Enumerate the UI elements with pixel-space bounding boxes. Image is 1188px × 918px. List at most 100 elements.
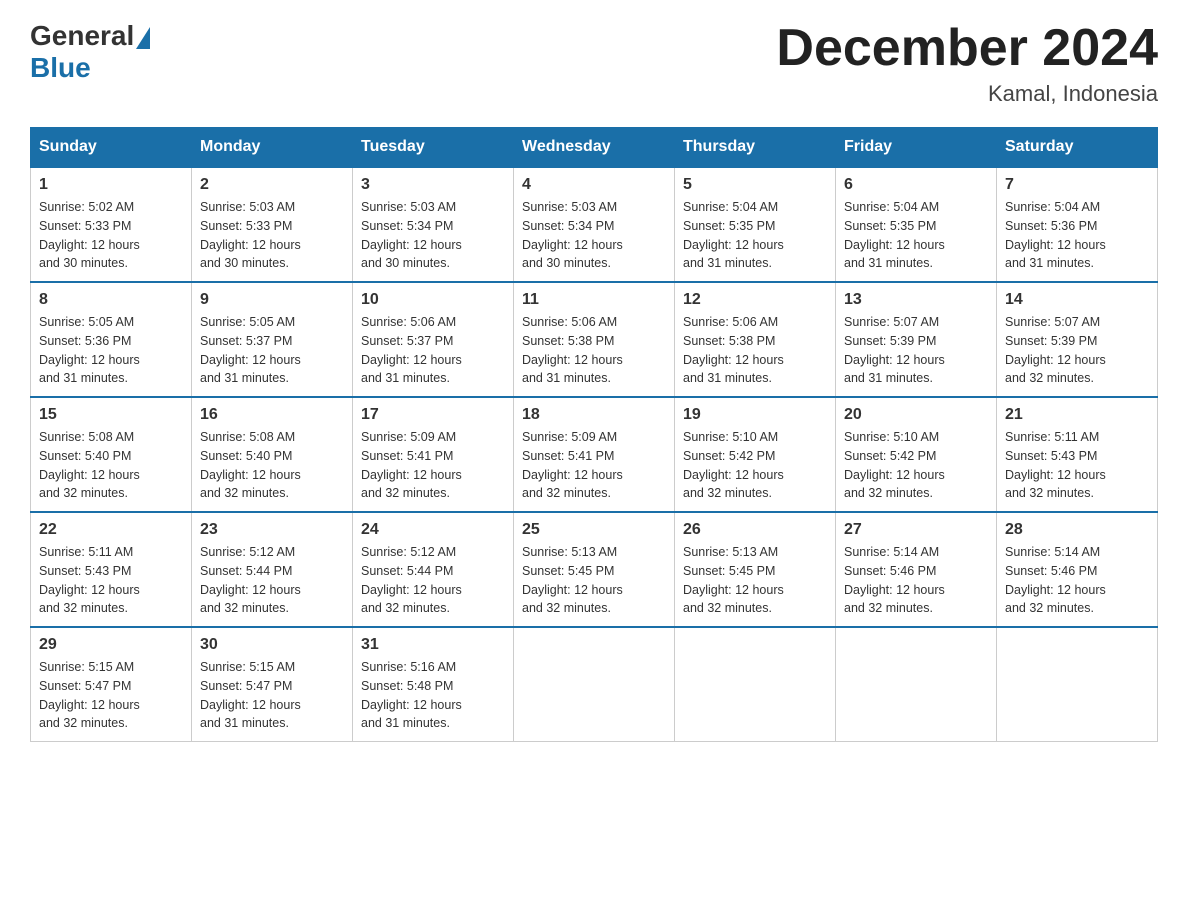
calendar-cell: 18 Sunrise: 5:09 AMSunset: 5:41 PMDaylig…: [514, 397, 675, 512]
day-number: 24: [361, 521, 505, 539]
calendar-cell: 25 Sunrise: 5:13 AMSunset: 5:45 PMDaylig…: [514, 512, 675, 627]
calendar-cell: 8 Sunrise: 5:05 AMSunset: 5:36 PMDayligh…: [31, 282, 192, 397]
header-thursday: Thursday: [675, 128, 836, 168]
calendar-cell: [997, 627, 1158, 742]
day-number: 30: [200, 636, 344, 654]
day-info: Sunrise: 5:12 AMSunset: 5:44 PMDaylight:…: [200, 543, 344, 618]
calendar-cell: 17 Sunrise: 5:09 AMSunset: 5:41 PMDaylig…: [353, 397, 514, 512]
day-info: Sunrise: 5:07 AMSunset: 5:39 PMDaylight:…: [844, 313, 988, 388]
day-number: 15: [39, 406, 183, 424]
day-number: 5: [683, 176, 827, 194]
day-number: 12: [683, 291, 827, 309]
day-number: 1: [39, 176, 183, 194]
calendar-row: 15 Sunrise: 5:08 AMSunset: 5:40 PMDaylig…: [31, 397, 1158, 512]
day-info: Sunrise: 5:15 AMSunset: 5:47 PMDaylight:…: [200, 658, 344, 733]
day-number: 7: [1005, 176, 1149, 194]
calendar-cell: 30 Sunrise: 5:15 AMSunset: 5:47 PMDaylig…: [192, 627, 353, 742]
day-number: 9: [200, 291, 344, 309]
day-info: Sunrise: 5:03 AMSunset: 5:34 PMDaylight:…: [522, 198, 666, 273]
calendar-cell: 3 Sunrise: 5:03 AMSunset: 5:34 PMDayligh…: [353, 167, 514, 282]
logo: General Blue: [30, 20, 150, 84]
day-number: 18: [522, 406, 666, 424]
calendar-cell: 29 Sunrise: 5:15 AMSunset: 5:47 PMDaylig…: [31, 627, 192, 742]
day-number: 16: [200, 406, 344, 424]
day-number: 3: [361, 176, 505, 194]
calendar-cell: 20 Sunrise: 5:10 AMSunset: 5:42 PMDaylig…: [836, 397, 997, 512]
calendar-cell: 12 Sunrise: 5:06 AMSunset: 5:38 PMDaylig…: [675, 282, 836, 397]
day-number: 6: [844, 176, 988, 194]
logo-triangle-icon: [136, 27, 150, 49]
day-number: 4: [522, 176, 666, 194]
header-friday: Friday: [836, 128, 997, 168]
day-number: 17: [361, 406, 505, 424]
calendar-body: 1 Sunrise: 5:02 AMSunset: 5:33 PMDayligh…: [31, 167, 1158, 742]
calendar-cell: 9 Sunrise: 5:05 AMSunset: 5:37 PMDayligh…: [192, 282, 353, 397]
day-number: 11: [522, 291, 666, 309]
calendar-cell: 6 Sunrise: 5:04 AMSunset: 5:35 PMDayligh…: [836, 167, 997, 282]
day-info: Sunrise: 5:13 AMSunset: 5:45 PMDaylight:…: [522, 543, 666, 618]
calendar-cell: 27 Sunrise: 5:14 AMSunset: 5:46 PMDaylig…: [836, 512, 997, 627]
day-number: 8: [39, 291, 183, 309]
calendar-cell: 1 Sunrise: 5:02 AMSunset: 5:33 PMDayligh…: [31, 167, 192, 282]
calendar-title: December 2024: [776, 20, 1158, 77]
day-info: Sunrise: 5:13 AMSunset: 5:45 PMDaylight:…: [683, 543, 827, 618]
day-info: Sunrise: 5:03 AMSunset: 5:34 PMDaylight:…: [361, 198, 505, 273]
calendar-cell: 5 Sunrise: 5:04 AMSunset: 5:35 PMDayligh…: [675, 167, 836, 282]
day-number: 10: [361, 291, 505, 309]
day-info: Sunrise: 5:10 AMSunset: 5:42 PMDaylight:…: [844, 428, 988, 503]
calendar-cell: 21 Sunrise: 5:11 AMSunset: 5:43 PMDaylig…: [997, 397, 1158, 512]
calendar-cell: 19 Sunrise: 5:10 AMSunset: 5:42 PMDaylig…: [675, 397, 836, 512]
day-number: 25: [522, 521, 666, 539]
day-info: Sunrise: 5:08 AMSunset: 5:40 PMDaylight:…: [200, 428, 344, 503]
day-info: Sunrise: 5:06 AMSunset: 5:38 PMDaylight:…: [683, 313, 827, 388]
day-number: 20: [844, 406, 988, 424]
day-number: 22: [39, 521, 183, 539]
calendar-cell: 15 Sunrise: 5:08 AMSunset: 5:40 PMDaylig…: [31, 397, 192, 512]
day-info: Sunrise: 5:16 AMSunset: 5:48 PMDaylight:…: [361, 658, 505, 733]
calendar-subtitle: Kamal, Indonesia: [776, 81, 1158, 107]
header-saturday: Saturday: [997, 128, 1158, 168]
day-info: Sunrise: 5:12 AMSunset: 5:44 PMDaylight:…: [361, 543, 505, 618]
day-info: Sunrise: 5:05 AMSunset: 5:37 PMDaylight:…: [200, 313, 344, 388]
logo-blue-text: Blue: [30, 52, 91, 84]
calendar-row: 1 Sunrise: 5:02 AMSunset: 5:33 PMDayligh…: [31, 167, 1158, 282]
calendar-row: 22 Sunrise: 5:11 AMSunset: 5:43 PMDaylig…: [31, 512, 1158, 627]
day-number: 26: [683, 521, 827, 539]
day-info: Sunrise: 5:09 AMSunset: 5:41 PMDaylight:…: [361, 428, 505, 503]
day-number: 31: [361, 636, 505, 654]
header-row: Sunday Monday Tuesday Wednesday Thursday…: [31, 128, 1158, 168]
day-number: 19: [683, 406, 827, 424]
calendar-cell: [675, 627, 836, 742]
day-info: Sunrise: 5:07 AMSunset: 5:39 PMDaylight:…: [1005, 313, 1149, 388]
day-info: Sunrise: 5:06 AMSunset: 5:37 PMDaylight:…: [361, 313, 505, 388]
header-wednesday: Wednesday: [514, 128, 675, 168]
header-monday: Monday: [192, 128, 353, 168]
calendar-cell: 26 Sunrise: 5:13 AMSunset: 5:45 PMDaylig…: [675, 512, 836, 627]
day-info: Sunrise: 5:04 AMSunset: 5:36 PMDaylight:…: [1005, 198, 1149, 273]
calendar-cell: 2 Sunrise: 5:03 AMSunset: 5:33 PMDayligh…: [192, 167, 353, 282]
calendar-row: 29 Sunrise: 5:15 AMSunset: 5:47 PMDaylig…: [31, 627, 1158, 742]
day-info: Sunrise: 5:02 AMSunset: 5:33 PMDaylight:…: [39, 198, 183, 273]
calendar-row: 8 Sunrise: 5:05 AMSunset: 5:36 PMDayligh…: [31, 282, 1158, 397]
day-info: Sunrise: 5:03 AMSunset: 5:33 PMDaylight:…: [200, 198, 344, 273]
day-number: 13: [844, 291, 988, 309]
header-tuesday: Tuesday: [353, 128, 514, 168]
calendar-cell: 4 Sunrise: 5:03 AMSunset: 5:34 PMDayligh…: [514, 167, 675, 282]
title-section: December 2024 Kamal, Indonesia: [776, 20, 1158, 107]
calendar-cell: 16 Sunrise: 5:08 AMSunset: 5:40 PMDaylig…: [192, 397, 353, 512]
calendar-cell: 28 Sunrise: 5:14 AMSunset: 5:46 PMDaylig…: [997, 512, 1158, 627]
calendar-cell: 31 Sunrise: 5:16 AMSunset: 5:48 PMDaylig…: [353, 627, 514, 742]
day-info: Sunrise: 5:04 AMSunset: 5:35 PMDaylight:…: [844, 198, 988, 273]
calendar-cell: 7 Sunrise: 5:04 AMSunset: 5:36 PMDayligh…: [997, 167, 1158, 282]
calendar-cell: [514, 627, 675, 742]
calendar-cell: 13 Sunrise: 5:07 AMSunset: 5:39 PMDaylig…: [836, 282, 997, 397]
day-info: Sunrise: 5:09 AMSunset: 5:41 PMDaylight:…: [522, 428, 666, 503]
day-info: Sunrise: 5:11 AMSunset: 5:43 PMDaylight:…: [39, 543, 183, 618]
calendar-cell: 11 Sunrise: 5:06 AMSunset: 5:38 PMDaylig…: [514, 282, 675, 397]
logo-general-text: General: [30, 20, 134, 52]
calendar-cell: 23 Sunrise: 5:12 AMSunset: 5:44 PMDaylig…: [192, 512, 353, 627]
calendar-table: Sunday Monday Tuesday Wednesday Thursday…: [30, 127, 1158, 742]
day-info: Sunrise: 5:15 AMSunset: 5:47 PMDaylight:…: [39, 658, 183, 733]
day-number: 27: [844, 521, 988, 539]
day-info: Sunrise: 5:11 AMSunset: 5:43 PMDaylight:…: [1005, 428, 1149, 503]
